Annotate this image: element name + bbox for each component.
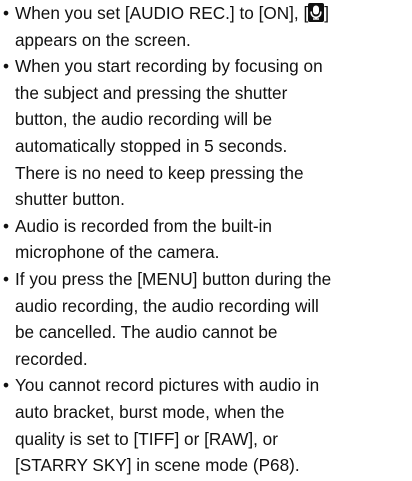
list-item: • When you set [AUDIO REC.] to [ON], [] …: [0, 0, 412, 53]
text-line: automatically stopped in 5 seconds.: [15, 135, 288, 156]
text-line: recorded.: [15, 348, 88, 369]
text-line: When you set [AUDIO REC.] to [ON], []: [15, 0, 412, 27]
bullet: •: [3, 56, 10, 77]
text-line: auto bracket, burst mode, when the: [15, 401, 285, 422]
text-segment: When you set [AUDIO REC.] to [ON], [: [15, 3, 309, 23]
text-line: You cannot record pictures with audio in: [15, 375, 320, 396]
text-line: be cancelled. The audio cannot be: [15, 322, 278, 343]
text-segment: ]: [324, 3, 330, 23]
list-item: • When you start recording by focusing o…: [0, 53, 412, 213]
bullet: •: [3, 3, 10, 23]
text-line: If you press the [MENU] button during th…: [15, 268, 332, 289]
manual-page: • When you set [AUDIO REC.] to [ON], [] …: [0, 0, 412, 481]
text-line: microphone of the camera.: [15, 242, 220, 263]
list-item: • If you press the [MENU] button during …: [0, 266, 412, 372]
list-item: • Audio is recorded from the built-in mi…: [0, 213, 412, 266]
text-line: Audio is recorded from the built-in: [15, 215, 272, 236]
text-line: button, the audio recording will be: [15, 109, 273, 130]
text-line: shutter button.: [15, 189, 125, 210]
bullet: •: [3, 268, 10, 289]
bullet: •: [3, 375, 10, 396]
text-line: When you start recording by focusing on: [15, 56, 323, 77]
text-line: the subject and pressing the shutter: [15, 82, 288, 103]
text-line: There is no need to keep pressing the: [15, 162, 304, 183]
text-line: audio recording, the audio recording wil…: [15, 295, 319, 316]
text-line: quality is set to [TIFF] or [RAW], or: [15, 428, 278, 449]
text-line: [STARRY SKY] in scene mode (P68).: [15, 455, 300, 476]
bullet: •: [3, 215, 10, 236]
text-line: appears on the screen.: [15, 29, 191, 50]
list-item: • You cannot record pictures with audio …: [0, 372, 412, 478]
microphone-icon: [308, 3, 325, 22]
notes-list: • When you set [AUDIO REC.] to [ON], [] …: [0, 0, 412, 479]
